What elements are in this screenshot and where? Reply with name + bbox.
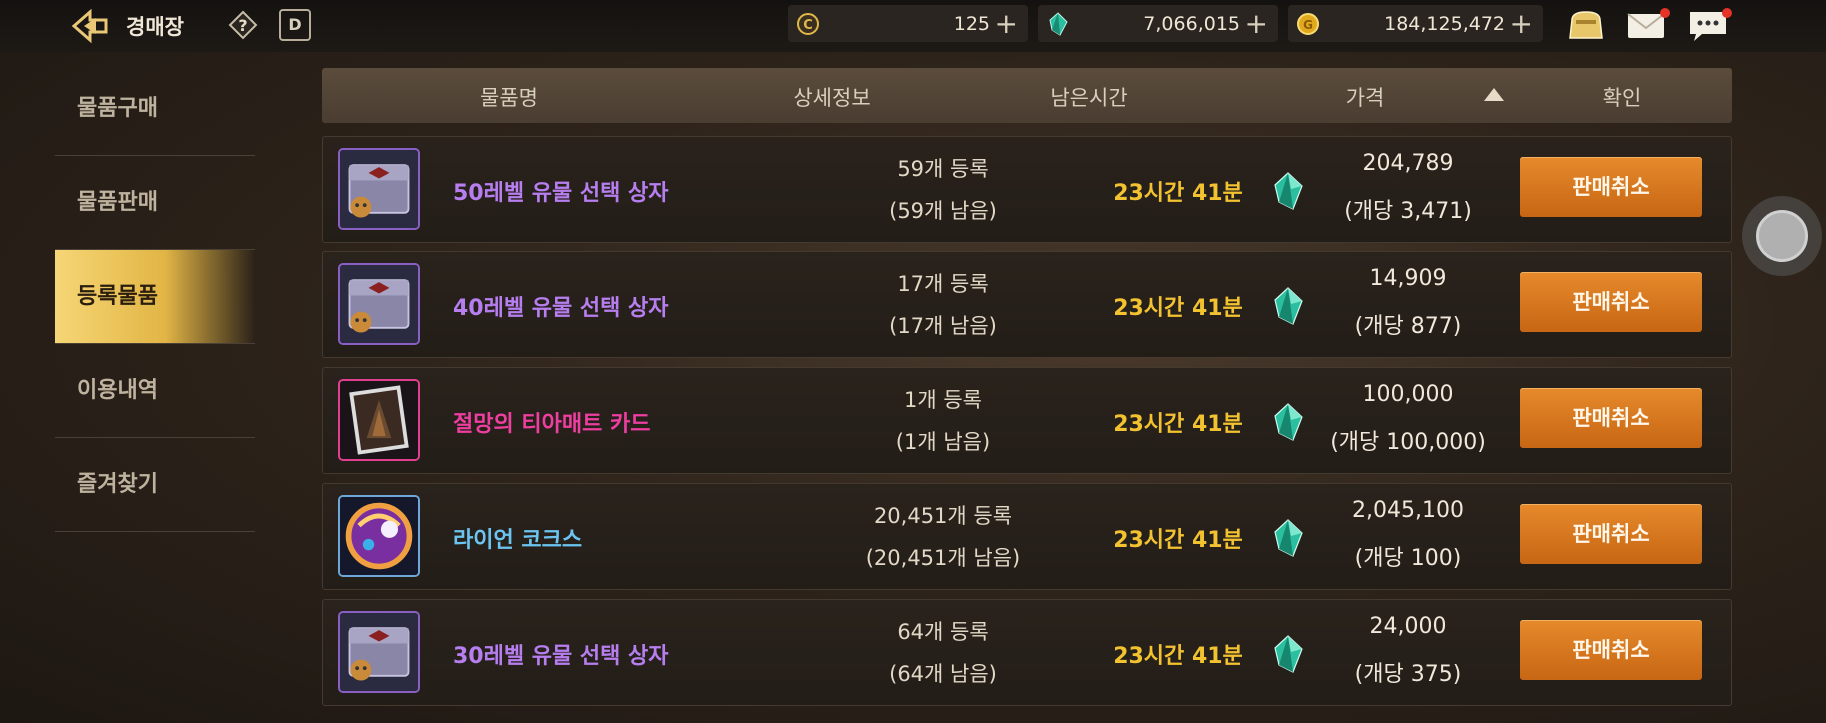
crystal-gem-icon	[1274, 172, 1303, 210]
column-header-detail[interactable]: 상세정보	[793, 82, 870, 112]
sidebar-item-registered[interactable]: 등록물품	[55, 250, 255, 344]
sidebar-item-label: 물품구매	[77, 96, 158, 121]
cancel-sale-button[interactable]: 판매취소	[1520, 504, 1702, 564]
item-name: 40레벨 유물 선택 상자	[453, 296, 669, 321]
remaining-count: (1개 남음)	[895, 430, 991, 454]
back-arrow-icon[interactable]	[68, 8, 112, 44]
remaining-count: (64개 남음)	[889, 662, 997, 686]
table-header: 물품명 상세정보 남은시간 가격 확인	[322, 68, 1732, 123]
sidebar-item-buy[interactable]: 물품구매	[55, 62, 255, 156]
registered-count: 59개 등록	[897, 157, 989, 181]
c-coin-icon: C	[797, 13, 819, 35]
add-currency-button[interactable]: +	[995, 7, 1018, 40]
item-name: 라이언 코크스	[453, 528, 583, 553]
calendar-icon[interactable]: D	[279, 9, 311, 41]
currency-value: 7,066,015	[1143, 13, 1240, 35]
table-row[interactable]: 40레벨 유물 선택 상자 17개 등록 (17개 남음) 23시간 41분 14,90…	[322, 251, 1732, 358]
unit-price: (개당 100,000)	[1330, 430, 1486, 455]
column-header-confirm: 확인	[1602, 86, 1642, 110]
sidebar-item-label: 즐겨찾기	[77, 472, 158, 497]
table-row[interactable]: 라이언 코크스 20,451개 등록 (20,451개 남음) 23시간 41분 2,0…	[322, 483, 1732, 590]
sidebar-item-sell[interactable]: 물품판매	[55, 156, 255, 250]
floating-touch-button[interactable]	[1742, 196, 1822, 276]
help-icon[interactable]: ?	[228, 10, 258, 40]
svg-text:?: ?	[238, 16, 247, 35]
notification-dot	[1660, 8, 1670, 18]
registered-count: 17개 등록	[897, 272, 989, 296]
unit-price: (개당 100)	[1354, 546, 1462, 571]
column-header-name[interactable]: 물품명	[480, 82, 538, 112]
unit-price: (개당 877)	[1354, 314, 1462, 339]
table-row[interactable]: 50레벨 유물 선택 상자 59개 등록 (59개 남음) 23시간 41분 204,7…	[322, 136, 1732, 243]
page-title: 경매장	[126, 15, 184, 39]
add-currency-button[interactable]: +	[1510, 7, 1533, 40]
item-name: 30레벨 유물 선택 상자	[453, 644, 669, 669]
svg-text:C: C	[803, 18, 813, 33]
card-icon[interactable]	[338, 379, 420, 461]
unit-price: (개당 375)	[1354, 662, 1462, 687]
relic-box-icon[interactable]	[338, 263, 420, 345]
svg-text:G: G	[1303, 18, 1313, 32]
relic-box-icon[interactable]	[338, 611, 420, 693]
gold-coin-icon: G	[1297, 13, 1319, 35]
remaining-count: (20,451개 남음)	[865, 546, 1021, 570]
sidebar: 물품구매 물품판매 등록물품 이용내역 즐겨찾기	[55, 62, 255, 532]
cancel-sale-button[interactable]: 판매취소	[1520, 620, 1702, 680]
sidebar-item-label: 이용내역	[77, 378, 158, 403]
sidebar-item-label: 등록물품	[77, 284, 158, 309]
crystal-gem-icon	[1274, 635, 1303, 673]
crystal-gem-icon	[1049, 12, 1068, 36]
total-price: 100,000	[1362, 382, 1454, 407]
item-name: 50레벨 유물 선택 상자	[453, 181, 669, 206]
remaining-count: (17개 남음)	[889, 314, 997, 338]
top-bar: 경매장 ? D C 125 + 7,066,015 + G 184,125,47…	[0, 0, 1826, 52]
column-header-time[interactable]: 남은시간	[1050, 82, 1127, 112]
remaining-count: (59개 남음)	[889, 199, 997, 223]
wallet-pouch-icon[interactable]	[1564, 6, 1608, 44]
currency-gold: G 184,125,472 +	[1288, 5, 1543, 42]
currency-value: 125	[953, 13, 990, 35]
total-price: 14,909	[1369, 266, 1447, 291]
crystal-gem-icon	[1274, 287, 1303, 325]
registered-count: 1개 등록	[904, 388, 982, 412]
crystal-gem-icon	[1274, 519, 1303, 557]
currency-crystal: 7,066,015 +	[1038, 5, 1278, 42]
table-row[interactable]: 30레벨 유물 선택 상자 64개 등록 (64개 남음) 23시간 41분 24,00…	[322, 599, 1732, 706]
sort-ascending-icon[interactable]	[1484, 88, 1504, 101]
remaining-time: 23시간 41분	[1113, 181, 1243, 206]
sidebar-item-label: 물품판매	[77, 190, 158, 215]
total-price: 2,045,100	[1352, 498, 1464, 523]
remaining-time: 23시간 41분	[1113, 644, 1243, 669]
total-price: 24,000	[1369, 614, 1447, 639]
crystal-gem-icon	[1274, 403, 1303, 441]
sidebar-item-favorites[interactable]: 즐겨찾기	[55, 438, 255, 532]
remaining-time: 23시간 41분	[1113, 412, 1243, 437]
remaining-time: 23시간 41분	[1113, 528, 1243, 553]
cancel-sale-button[interactable]: 판매취소	[1520, 157, 1702, 217]
column-header-price[interactable]: 가격	[1346, 82, 1385, 112]
currency-value: 184,125,472	[1384, 13, 1505, 35]
item-name: 절망의 티아매트 카드	[453, 412, 651, 437]
registered-count: 20,451개 등록	[873, 504, 1013, 528]
remaining-time: 23시간 41분	[1113, 296, 1243, 321]
table-row[interactable]: 절망의 티아매트 카드 1개 등록 (1개 남음) 23시간 41분 100,000 (개…	[322, 367, 1732, 474]
registered-count: 64개 등록	[897, 620, 989, 644]
sidebar-item-history[interactable]: 이용내역	[55, 344, 255, 438]
currency-c-coin: C 125 +	[788, 5, 1028, 42]
cancel-sale-button[interactable]: 판매취소	[1520, 388, 1702, 448]
floating-touch-button-knob	[1756, 210, 1808, 262]
unit-price: (개당 3,471)	[1344, 199, 1472, 224]
cancel-sale-button[interactable]: 판매취소	[1520, 272, 1702, 332]
total-price: 204,789	[1362, 151, 1454, 176]
add-currency-button[interactable]: +	[1245, 7, 1268, 40]
orb-icon[interactable]	[338, 495, 420, 577]
notification-dot	[1722, 8, 1732, 18]
relic-box-icon[interactable]	[338, 148, 420, 230]
